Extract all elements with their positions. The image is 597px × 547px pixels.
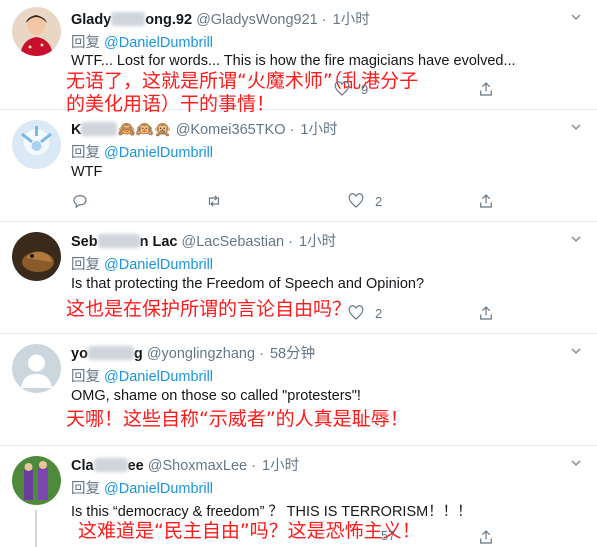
mention-link[interactable]: @DanielDumbrill bbox=[104, 257, 213, 273]
reply-context: 回复 @DanielDumbrill bbox=[71, 481, 214, 497]
tweet-3[interactable]: Seb n Lac @LacSebastian · 1小时 回复 @DanielD… bbox=[0, 222, 597, 334]
mention-link[interactable]: @DanielDumbrill bbox=[104, 369, 213, 385]
like-count: 57 bbox=[381, 528, 396, 543]
tweet-4[interactable]: yo g @yonglingzhang · 58分钟 回复 @DanielDumb… bbox=[0, 334, 597, 446]
chevron-down-icon[interactable] bbox=[569, 10, 583, 24]
share-button[interactable] bbox=[477, 80, 495, 98]
user-handle[interactable]: @GladysWong921 bbox=[196, 12, 318, 28]
tweet-header: Seb n Lac @LacSebastian · 1小时 bbox=[71, 234, 337, 250]
tweet-text: Is this “democracy & freedom” ？ THIS IS … bbox=[71, 504, 472, 520]
timestamp[interactable]: 1小时 bbox=[262, 458, 299, 474]
like-button[interactable]: 2 bbox=[347, 192, 382, 210]
share-icon bbox=[480, 82, 492, 96]
retweet-icon bbox=[208, 195, 220, 207]
share-button[interactable] bbox=[477, 528, 495, 546]
tweet-1[interactable]: Glady ong.92 @GladysWong921 · 1小时 回复 @Dan… bbox=[0, 0, 597, 115]
tweet-text: WTF... Lost for words... This is how the… bbox=[71, 53, 516, 69]
timestamp[interactable]: 1小时 bbox=[299, 234, 336, 250]
user-handle[interactable]: @Komei365TKO bbox=[176, 122, 286, 138]
like-count: 2 bbox=[375, 305, 383, 321]
timestamp[interactable]: 1小时 bbox=[333, 12, 370, 28]
tweet-text: WTF bbox=[71, 164, 103, 180]
tweet-actions: 57 bbox=[71, 528, 501, 547]
tweet-actions: 2 bbox=[71, 192, 501, 212]
avatar[interactable] bbox=[12, 232, 61, 281]
tweet-actions: 9 bbox=[71, 80, 501, 100]
display-name[interactable]: Glady ong.92 bbox=[71, 12, 192, 28]
reply-context: 回复 @DanielDumbrill bbox=[71, 369, 214, 385]
chevron-down-icon[interactable] bbox=[569, 232, 583, 246]
avatar[interactable] bbox=[12, 7, 61, 56]
timestamp[interactable]: 1小时 bbox=[300, 122, 337, 138]
mention-link[interactable]: @DanielDumbrill bbox=[104, 145, 213, 161]
user-handle[interactable]: @LacSebastian bbox=[182, 234, 285, 250]
tweet-actions: 2 bbox=[71, 304, 501, 324]
heart-icon bbox=[348, 305, 364, 320]
user-handle[interactable]: @ShoxmaxLee bbox=[148, 458, 247, 474]
chevron-down-icon[interactable] bbox=[569, 344, 583, 358]
reply-button[interactable] bbox=[71, 192, 99, 210]
tweet-header: yo g @yonglingzhang · 58分钟 bbox=[71, 346, 316, 362]
reply-context: 回复 @DanielDumbrill bbox=[71, 35, 214, 51]
annotation-line-1: 天哪！这些自称“示威者”的人真是耻辱！ bbox=[66, 408, 409, 430]
tweet-text: Is that protecting the Freedom of Speech… bbox=[71, 276, 425, 292]
tweet-header: Glady ong.92 @GladysWong921 · 1小时 bbox=[71, 12, 370, 28]
share-icon bbox=[480, 530, 492, 544]
share-button[interactable] bbox=[477, 304, 495, 322]
retweet-button[interactable] bbox=[205, 192, 223, 210]
avatar[interactable] bbox=[12, 120, 61, 169]
thread-line bbox=[35, 510, 37, 547]
reply-icon bbox=[73, 195, 87, 209]
tweet-header: Cla ee @ShoxmaxLee · 1小时 bbox=[71, 458, 300, 474]
chevron-down-icon[interactable] bbox=[569, 456, 583, 470]
user-handle[interactable]: @yonglingzhang bbox=[147, 346, 255, 362]
display-name[interactable]: Cla ee bbox=[71, 458, 144, 474]
like-button[interactable]: 2 bbox=[347, 304, 382, 322]
tweet-2[interactable]: K 🙈🙉🙊 @Komei365TKO · 1小时 回复 @DanielDumbri… bbox=[0, 110, 597, 222]
heart-icon bbox=[348, 193, 364, 208]
display-name[interactable]: Seb n Lac bbox=[71, 234, 177, 250]
mention-link[interactable]: @DanielDumbrill bbox=[104, 481, 213, 497]
share-button[interactable] bbox=[477, 192, 495, 210]
tweet-5[interactable]: Cla ee @ShoxmaxLee · 1小时 回复 @DanielDumbri… bbox=[0, 446, 597, 547]
share-icon bbox=[480, 306, 492, 320]
share-icon bbox=[480, 194, 492, 208]
like-button[interactable]: 57 bbox=[371, 528, 395, 543]
avatar[interactable] bbox=[12, 344, 61, 393]
reply-context: 回复 @DanielDumbrill bbox=[71, 257, 214, 273]
tweet-text: OMG, shame on those so called "protester… bbox=[71, 388, 361, 404]
timestamp[interactable]: 58分钟 bbox=[270, 346, 315, 362]
heart-icon bbox=[334, 81, 350, 96]
reply-context: 回复 @DanielDumbrill bbox=[71, 145, 214, 161]
avatar[interactable] bbox=[12, 456, 61, 505]
display-name[interactable]: K 🙈🙉🙊 bbox=[71, 122, 172, 138]
like-button[interactable]: 9 bbox=[333, 80, 368, 98]
display-name[interactable]: yo g bbox=[71, 346, 143, 362]
mention-link[interactable]: @DanielDumbrill bbox=[104, 35, 213, 51]
chevron-down-icon[interactable] bbox=[569, 120, 583, 134]
tweet-header: K 🙈🙉🙊 @Komei365TKO · 1小时 bbox=[71, 122, 338, 138]
like-count: 2 bbox=[375, 193, 383, 209]
like-count: 9 bbox=[361, 81, 369, 97]
